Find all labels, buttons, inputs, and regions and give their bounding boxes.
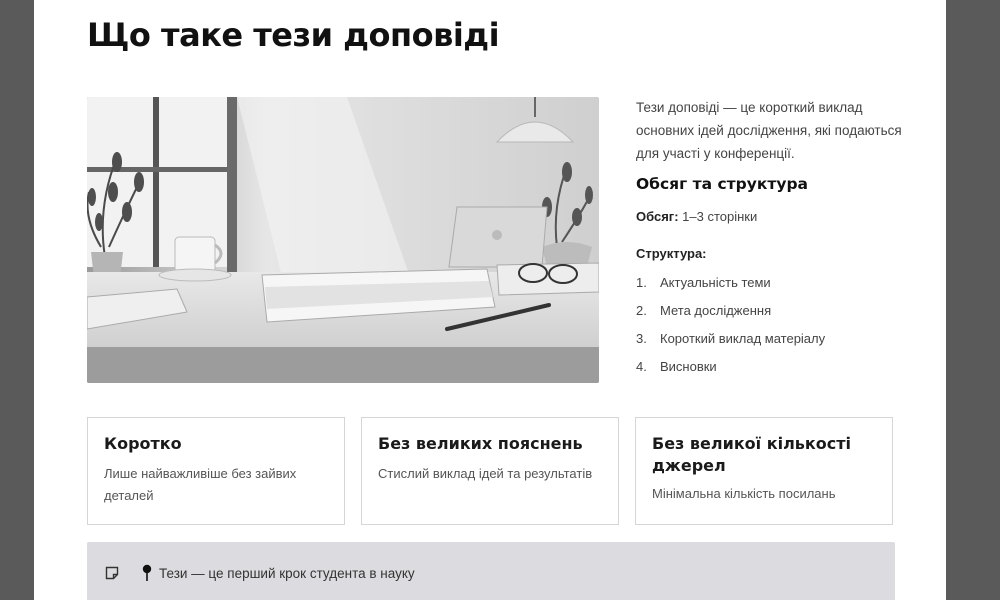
list-item-number: 3.	[636, 331, 647, 346]
card-text: Лише найважливіше без зайвих деталей	[104, 466, 297, 503]
note-icon	[105, 566, 119, 580]
page-title: Що таке тези доповіді	[87, 16, 500, 54]
feature-card-few-sources: Без великої кількості джерел Мінімальна …	[635, 417, 893, 525]
list-item-label: Мета дослідження	[660, 303, 772, 318]
callout-banner: Тези — це перший крок студента в науку	[87, 542, 895, 600]
list-item-number: 2.	[636, 303, 647, 318]
hero-image	[87, 97, 599, 383]
list-item-label: Висновки	[660, 359, 717, 374]
sidebar-content: Тези доповіді — це короткий виклад основ…	[636, 96, 906, 385]
pin-icon	[142, 564, 152, 581]
list-item: 2. Мета дослідження	[636, 301, 906, 329]
document-page: Що таке тези доповіді Тези доповіді — це…	[34, 0, 946, 600]
card-text: Стислий виклад ідей та результатів	[378, 466, 593, 481]
card-title: Без великих пояснень	[378, 434, 583, 453]
feature-card-no-explanations: Без великих пояснень Стислий виклад ідей…	[361, 417, 619, 525]
callout-row: Тези — це перший крок студента в науку	[105, 564, 415, 582]
volume-value: 1–3 сторінки	[682, 209, 758, 224]
list-item-number: 4.	[636, 359, 647, 374]
list-item-label: Короткий виклад матеріалу	[660, 331, 826, 346]
card-title: Без великої кількості джерел	[652, 434, 851, 475]
list-item: 1. Актуальність теми	[636, 273, 906, 301]
feature-card-short: Коротко Лише найважливіше без зайвих дет…	[87, 417, 345, 525]
intro-text: Тези доповіді — це короткий виклад основ…	[636, 100, 902, 161]
list-item: 4. Висновки	[636, 357, 906, 385]
callout-text: Тези — це перший крок студента в науку	[159, 565, 415, 581]
desk-workspace-illustration	[87, 97, 599, 383]
card-text: Мінімальна кількість посилань	[652, 486, 836, 501]
volume-line: Обсяг: 1–3 сторінки	[636, 209, 906, 224]
list-item-label: Актуальність теми	[660, 275, 771, 290]
list-item: 3. Короткий виклад матеріалу	[636, 329, 906, 357]
list-item-number: 1.	[636, 275, 647, 290]
structure-list: 1. Актуальність теми 2. Мета дослідження 3…	[636, 273, 906, 385]
structure-label: Структура:	[636, 246, 707, 261]
volume-label: Обсяг:	[636, 209, 679, 224]
structure-heading: Обсяг та структура	[636, 175, 809, 193]
card-title: Коротко	[104, 434, 182, 453]
